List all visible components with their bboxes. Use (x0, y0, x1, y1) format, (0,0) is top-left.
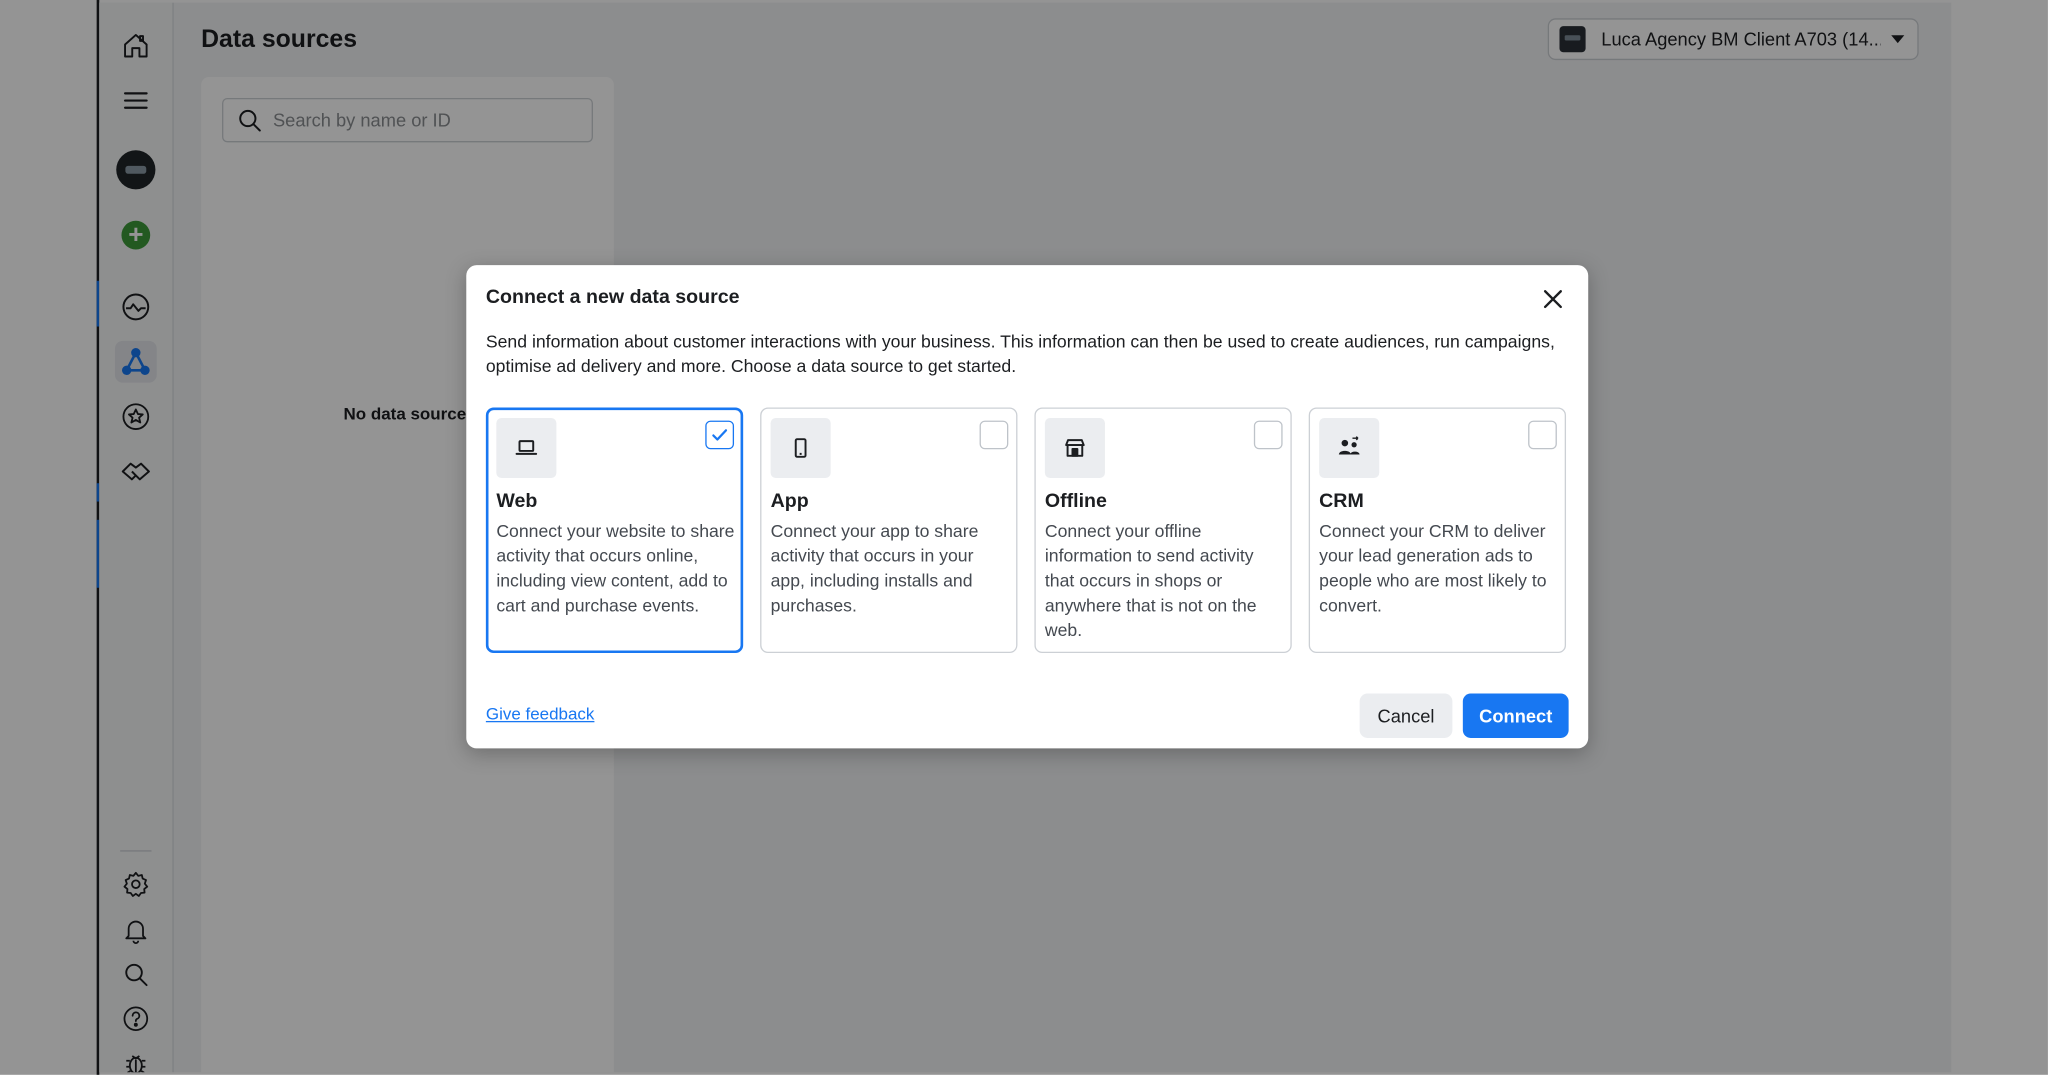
option-offline-checkbox[interactable] (1253, 420, 1283, 450)
people-icon (1319, 417, 1380, 479)
dialog-title: Connect a new data source (485, 286, 740, 309)
option-offline-title: Offline (1044, 489, 1107, 512)
option-crm-description: Connect your CRM to deliver your lead ge… (1319, 521, 1547, 616)
checkmark-icon (712, 429, 728, 441)
close-icon[interactable] (1537, 283, 1568, 314)
cancel-button[interactable]: Cancel (1359, 693, 1453, 738)
option-crm-title: CRM (1319, 489, 1364, 512)
option-offline[interactable]: Offline Connect your offline information… (1034, 407, 1292, 654)
option-app-description: Connect your app to share activity that … (770, 521, 979, 616)
option-crm-checkbox[interactable] (1528, 420, 1557, 450)
dialog-description: Send information about customer interact… (485, 331, 1555, 377)
option-app-checkbox[interactable] (979, 420, 1009, 450)
screen: + Data sources Luca Agency BM Client A70… (0, 0, 2048, 1075)
option-app[interactable]: App Connect your app to share activity t… (760, 407, 1018, 654)
option-web-checkbox[interactable] (705, 420, 735, 450)
laptop-icon (496, 417, 557, 479)
option-web-description: Connect your website to share activity t… (496, 521, 735, 616)
option-crm[interactable]: CRM Connect your CRM to deliver your lea… (1308, 407, 1567, 654)
option-web[interactable]: Web Connect your website to share activi… (485, 407, 744, 654)
phone-icon (770, 417, 831, 479)
option-offline-description: Connect your offline information to send… (1044, 521, 1257, 640)
store-icon (1044, 417, 1105, 479)
option-web-title: Web (496, 489, 538, 512)
connect-data-source-dialog: Connect a new data source Send informati… (466, 265, 1589, 749)
give-feedback-link[interactable]: Give feedback (486, 704, 595, 724)
option-app-title: App (770, 489, 809, 512)
connect-button[interactable]: Connect (1462, 693, 1569, 738)
